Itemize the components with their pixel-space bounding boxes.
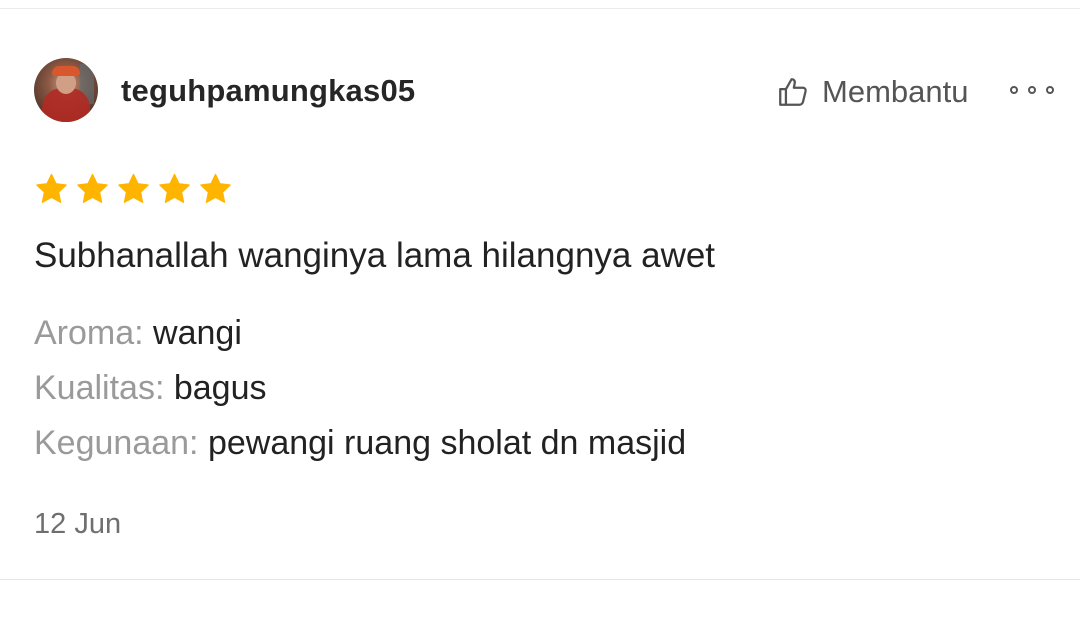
review-card: teguhpamungkas05 Membantu Subhanallah wa…	[0, 0, 1080, 617]
avatar[interactable]	[34, 58, 98, 122]
star-icon	[118, 173, 149, 203]
star-icon	[77, 173, 108, 203]
review-comment: Subhanallah wanginya lama hilangnya awet	[34, 236, 716, 275]
star-icon	[36, 173, 67, 203]
attribute-key: Kualitas:	[34, 369, 165, 407]
star-icon	[159, 173, 190, 203]
review-date: 12 Jun	[34, 508, 122, 540]
attribute-value: pewangi ruang sholat dn masjid	[207, 424, 687, 462]
attribute-key: Kegunaan:	[34, 424, 199, 462]
helpful-button[interactable]: Membantu	[776, 72, 968, 112]
attribute-row-aroma: Aroma: wangi	[34, 314, 242, 353]
attribute-value: bagus	[173, 369, 267, 407]
attribute-key: Aroma:	[34, 314, 144, 352]
star-icon	[200, 173, 231, 203]
more-options-icon[interactable]	[1010, 80, 1054, 100]
thumbs-up-icon	[779, 78, 807, 106]
attribute-row-kegunaan: Kegunaan: pewangi ruang sholat dn masjid	[34, 424, 686, 463]
attribute-row-kualitas: Kualitas: bagus	[34, 369, 267, 408]
helpful-label: Membantu	[822, 74, 969, 109]
rating-stars	[33, 171, 238, 208]
username[interactable]: teguhpamungkas05	[121, 73, 415, 109]
divider-bottom	[0, 579, 1080, 580]
attribute-value: wangi	[153, 314, 242, 352]
